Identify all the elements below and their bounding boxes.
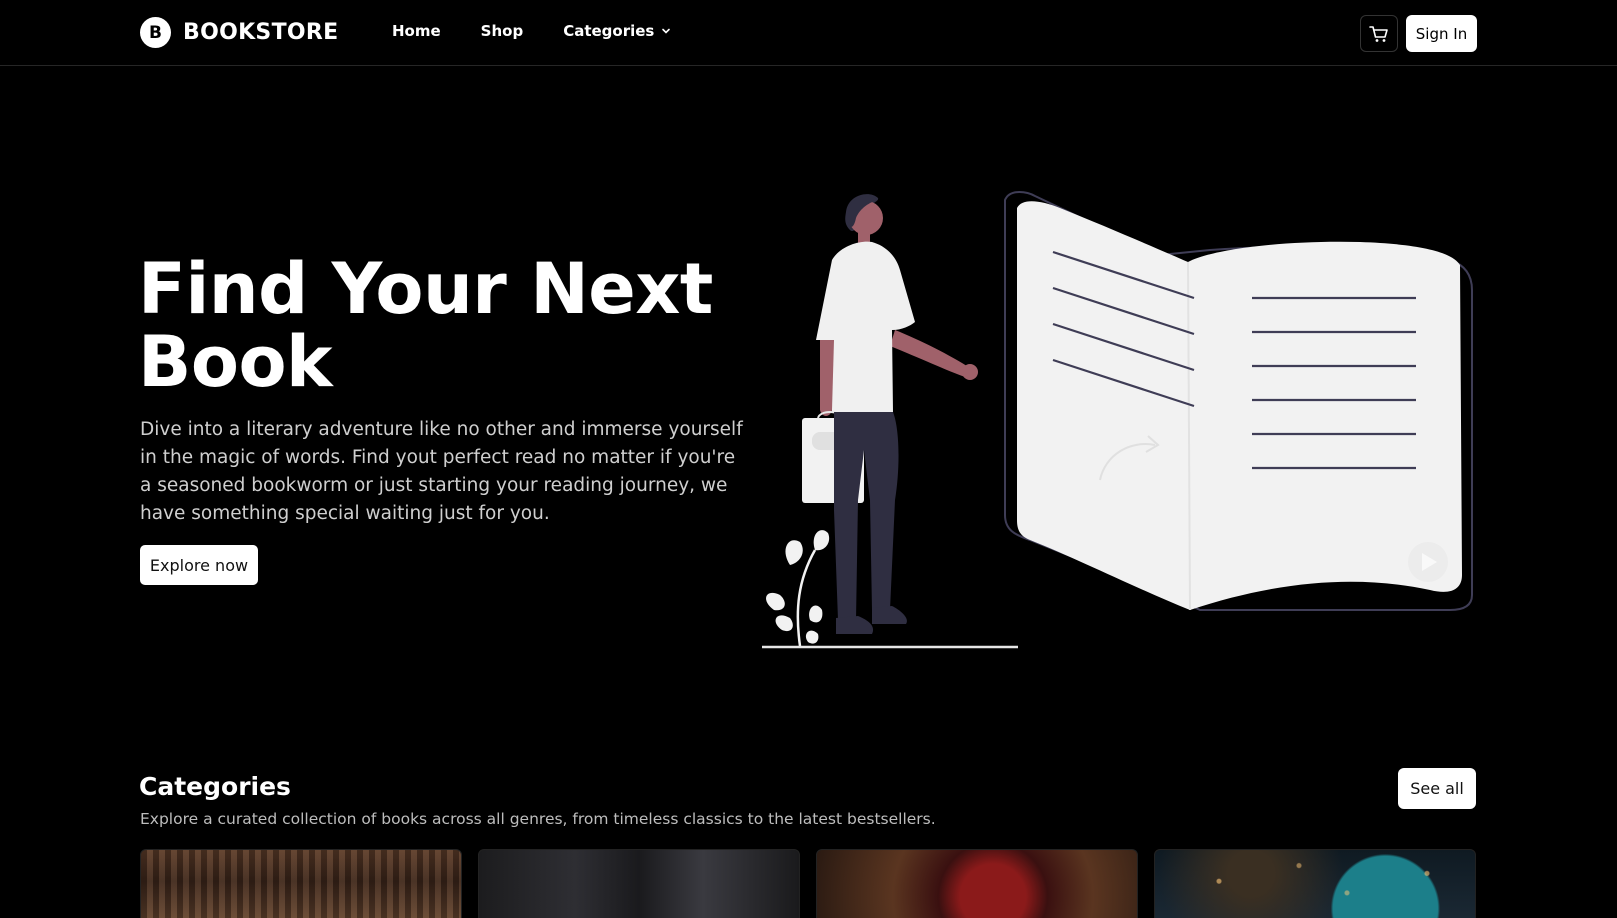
sign-in-button[interactable]: Sign In: [1406, 15, 1477, 52]
hero-description: Dive into a literary adventure like no o…: [140, 419, 743, 524]
nav-categories-label: Categories: [563, 22, 655, 40]
logo[interactable]: B BOOKSTORE: [140, 17, 338, 48]
logo-mark: B: [140, 17, 171, 48]
categories-description: Explore a curated collection of books ac…: [140, 810, 936, 828]
nav-home[interactable]: Home: [392, 22, 441, 40]
categories-title: Categories: [139, 772, 291, 801]
plant-illustration: [766, 530, 830, 647]
explore-now-button[interactable]: Explore now: [140, 545, 258, 585]
nav-shop[interactable]: Shop: [481, 22, 524, 40]
site-header: B BOOKSTORE Home Shop Categories Sign In: [0, 0, 1617, 66]
nav-shop-label: Shop: [480, 22, 524, 40]
cart-icon: [1369, 25, 1388, 42]
brand-name: BOOKSTORE: [183, 20, 339, 45]
see-all-button[interactable]: See all: [1398, 768, 1476, 809]
nav-categories-dropdown[interactable]: Categories: [563, 22, 672, 40]
hero-illustration: [762, 191, 1473, 649]
person-illustration: [802, 194, 978, 634]
category-card-lights[interactable]: [1154, 849, 1476, 918]
category-cards: [140, 849, 1476, 918]
chevron-down-icon: [662, 28, 671, 34]
category-card-library[interactable]: [140, 849, 462, 918]
nav-home-label: Home: [392, 22, 441, 40]
category-card-rose[interactable]: [816, 849, 1138, 918]
main-nav: Home Shop Categories: [392, 22, 672, 40]
book-illustration: [1004, 191, 1473, 611]
category-card-forest[interactable]: [478, 849, 800, 918]
hero-title: Find Your Next Book: [138, 248, 713, 403]
cart-button[interactable]: [1360, 15, 1398, 52]
